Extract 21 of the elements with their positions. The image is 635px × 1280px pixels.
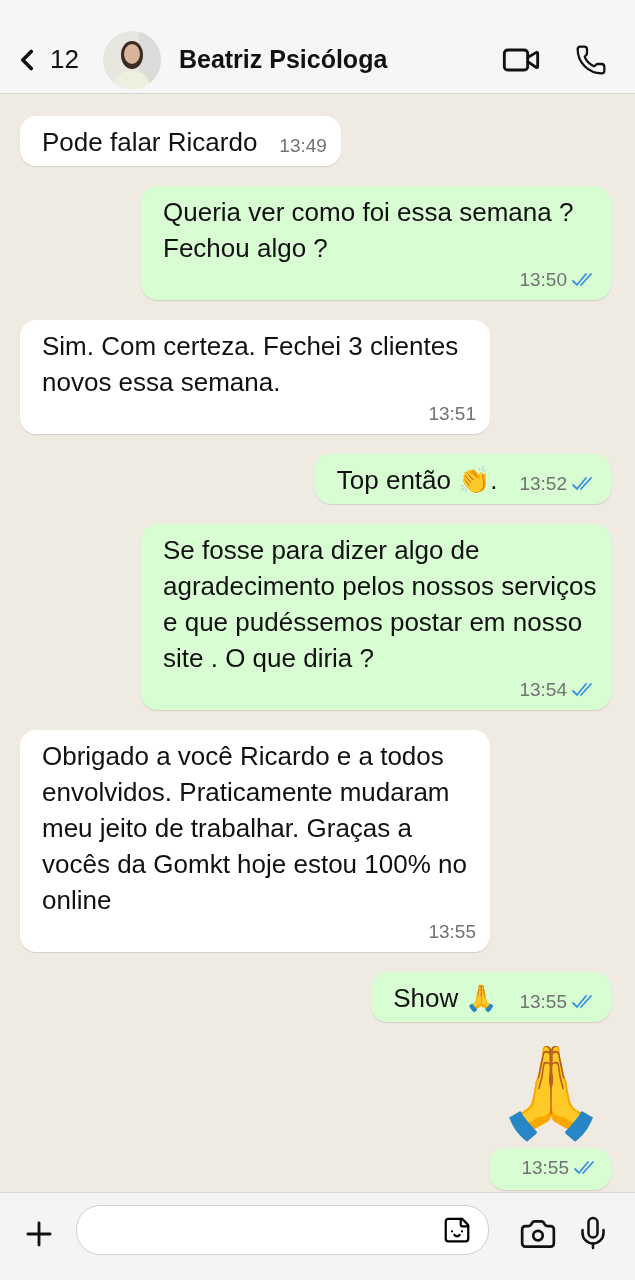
message-input-field[interactable] [76,1205,489,1255]
message-time: 13:55 [499,1154,599,1182]
message-time: 13:55 [497,988,597,1016]
message-text: Sim. Com certeza. Fechei 3 clientes novos essa semana. [42,330,460,399]
back-button[interactable]: 12 [10,42,79,77]
emoji-message: 🙏 [495,1042,607,1142]
phone-call-button[interactable] [575,43,607,76]
message-text: Se fosse para dizer algo de agradecimento pelos nossos serviços e que pudéssemos postar em nosso site . O que diria ? [163,534,597,675]
message-text: Obrigado a você Ricardo e a todos envolvidos. Praticamente mudaram meu jeito de trabalhar. Graças a vocês da Gomkt hoje estou 100% no online [42,740,468,917]
message-time: 13:54 [497,676,597,704]
message-text: Top então 👏. [336,464,498,497]
message-time: 13:52 [497,470,597,498]
message-text: Pode falar Ricardo [42,126,258,159]
contact-name[interactable]: Beatriz Psicóloga [178,45,467,74]
sticker-icon[interactable] [442,1215,472,1245]
message-time: 13:51 [427,402,476,426]
message-time: 13:50 [497,266,597,294]
message-time: 13:49 [278,134,327,158]
message-text: Show 🙏 [393,982,498,1015]
message-text: Queria ver como foi essa semana ? Fechou algo ? [163,196,575,265]
message-time: 13:55 [427,920,476,944]
